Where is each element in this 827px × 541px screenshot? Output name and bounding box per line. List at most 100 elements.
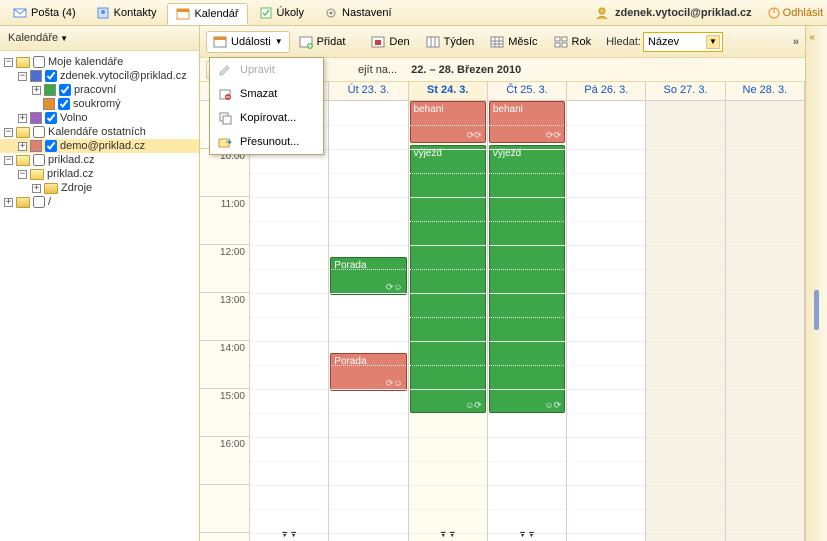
tab-settings[interactable]: Nastavení [315, 2, 401, 24]
tree-resources[interactable]: + Zdroje [0, 181, 199, 195]
checkbox[interactable] [33, 154, 45, 166]
tree-domain[interactable]: − priklad.cz [0, 153, 199, 167]
calendar-icon [213, 35, 227, 49]
contacts-icon [96, 6, 110, 20]
day-col-thu[interactable]: behani ⟳⟳ výjezd ☺⟳ ▼▼ [488, 101, 567, 541]
day-col-mon[interactable]: ▼▼ [250, 101, 329, 541]
more-icon[interactable]: » [793, 36, 799, 48]
top-navigation: Pošta (4) Kontakty Kalendář Úkoly Nastav… [0, 0, 827, 26]
sidebar-header[interactable]: Kalendáře ▼ [0, 26, 199, 51]
tree-user-calendar[interactable]: − zdenek.vytocil@priklad.cz [0, 69, 199, 83]
collapse-toggle[interactable]: − [18, 170, 27, 179]
folder-icon [30, 169, 44, 180]
more-events-icon[interactable]: ▼▼ [518, 529, 536, 539]
chevron-down-icon: ▼ [60, 34, 68, 43]
color-swatch [43, 98, 55, 110]
time-column: 10:00 11:00 12:00 13:00 14:00 15:00 16:0… [200, 101, 250, 541]
year-icon [554, 35, 568, 49]
day-head-thu[interactable]: Čt 25. 3. [488, 82, 567, 100]
tab-tasks[interactable]: Úkoly [250, 2, 314, 24]
day-head-sat[interactable]: So 27. 3. [646, 82, 725, 100]
tree-others-calendars[interactable]: − Kalendáře ostatních [0, 125, 199, 139]
color-swatch [30, 112, 42, 124]
collapse-toggle[interactable]: − [18, 72, 27, 81]
recur-icon: ⟳☺ [386, 282, 403, 293]
more-events-icon[interactable]: ▼▼ [439, 529, 457, 539]
add-button[interactable]: Přidat [292, 31, 353, 53]
tab-calendar[interactable]: Kalendář [167, 3, 247, 25]
recur-icon: ⟳⟳ [546, 130, 561, 141]
color-swatch [44, 84, 56, 96]
collapse-toggle[interactable]: − [4, 156, 13, 165]
checkbox[interactable] [45, 70, 57, 82]
week-view-button[interactable]: Týden [419, 31, 482, 53]
tab-contacts[interactable]: Kontakty [87, 2, 166, 24]
tree-free-calendar[interactable]: + Volno [0, 111, 199, 125]
tab-label: Nastavení [342, 7, 392, 19]
more-events-icon[interactable]: ▼▼ [280, 529, 298, 539]
event-vyjezd[interactable]: výjezd ☺⟳ [489, 145, 565, 413]
event-behani[interactable]: behani ⟳⟳ [410, 101, 486, 143]
folder-icon [44, 183, 58, 194]
day-col-fri[interactable] [567, 101, 646, 541]
events-dropdown-menu: Upravit Smazat Kopírovat... Přesunout... [209, 57, 324, 155]
expand-toggle[interactable]: + [18, 114, 27, 123]
day-col-tue[interactable]: Porada ⟳☺ Porada ⟳☺ [329, 101, 408, 541]
event-vyjezd[interactable]: výjezd ☺⟳ [410, 145, 486, 413]
menu-copy[interactable]: Kopírovat... [210, 106, 323, 130]
menu-delete[interactable]: Smazat [210, 82, 323, 106]
search-field-select[interactable]: Název ▼ [643, 32, 723, 52]
expand-toggle[interactable]: + [32, 86, 41, 95]
drag-handle[interactable] [814, 290, 819, 330]
folder-icon [16, 57, 30, 68]
year-view-button[interactable]: Rok [547, 31, 599, 53]
user-email: zdenek.vytocil@priklad.cz [615, 7, 752, 19]
checkbox[interactable] [59, 84, 71, 96]
day-col-wed[interactable]: behani ⟳⟳ výjezd ☺⟳ ▼▼ [409, 101, 488, 541]
tree-domain-sub[interactable]: − priklad.cz [0, 167, 199, 181]
collapse-toggle[interactable]: − [4, 128, 13, 137]
tree-my-calendars[interactable]: − Moje kalendáře [0, 55, 199, 69]
checkbox[interactable] [45, 112, 57, 124]
settings-icon [324, 6, 338, 20]
day-head-tue[interactable]: Út 23. 3. [329, 82, 408, 100]
expand-toggle[interactable]: + [4, 198, 13, 207]
expand-toggle[interactable]: + [18, 142, 27, 151]
checkbox[interactable] [58, 98, 70, 110]
add-icon [299, 35, 313, 49]
calendar-toolbar: Události ▼ Přidat Den Týden [200, 26, 805, 58]
logout-link[interactable]: Odhlásit [768, 7, 823, 19]
day-col-sat[interactable] [646, 101, 725, 541]
recur-icon: ⟳⟳ [467, 130, 482, 141]
mail-icon [13, 6, 27, 20]
tree-root[interactable]: + / [0, 195, 199, 209]
tab-mail[interactable]: Pošta (4) [4, 2, 85, 24]
color-swatch [30, 140, 42, 152]
tree-work-calendar[interactable]: + pracovní [0, 83, 199, 97]
day-col-sun[interactable] [726, 101, 805, 541]
tree-demo-calendar[interactable]: + demo@priklad.cz [0, 139, 199, 153]
folder-icon [16, 155, 30, 166]
checkbox[interactable] [33, 196, 45, 208]
checkbox[interactable] [45, 140, 57, 152]
event-porada[interactable]: Porada ⟳☺ [330, 257, 406, 295]
day-view-button[interactable]: Den [364, 31, 416, 53]
day-head-fri[interactable]: Pá 26. 3. [567, 82, 646, 100]
events-dropdown-button[interactable]: Události ▼ [206, 31, 290, 53]
expand-toggle[interactable]: + [32, 184, 41, 193]
checkbox[interactable] [33, 126, 45, 138]
calendar-grid: 10:00 11:00 12:00 13:00 14:00 15:00 16:0… [200, 101, 805, 541]
sidebar: Kalendáře ▼ − Moje kalendáře − zdenek.vy… [0, 26, 200, 541]
expand-panel-button[interactable]: « [810, 32, 824, 50]
month-view-button[interactable]: Měsíc [483, 31, 544, 53]
user-icon [595, 6, 609, 20]
event-behani[interactable]: behani ⟳⟳ [489, 101, 565, 143]
checkbox[interactable] [33, 56, 45, 68]
event-porada[interactable]: Porada ⟳☺ [330, 353, 406, 391]
day-head-wed[interactable]: St 24. 3. [409, 82, 488, 100]
menu-move[interactable]: Přesunout... [210, 130, 323, 154]
tab-label: Kalendář [194, 8, 238, 20]
collapse-toggle[interactable]: − [4, 58, 13, 67]
tree-private-calendar[interactable]: soukromý [0, 97, 199, 111]
day-head-sun[interactable]: Ne 28. 3. [726, 82, 805, 100]
